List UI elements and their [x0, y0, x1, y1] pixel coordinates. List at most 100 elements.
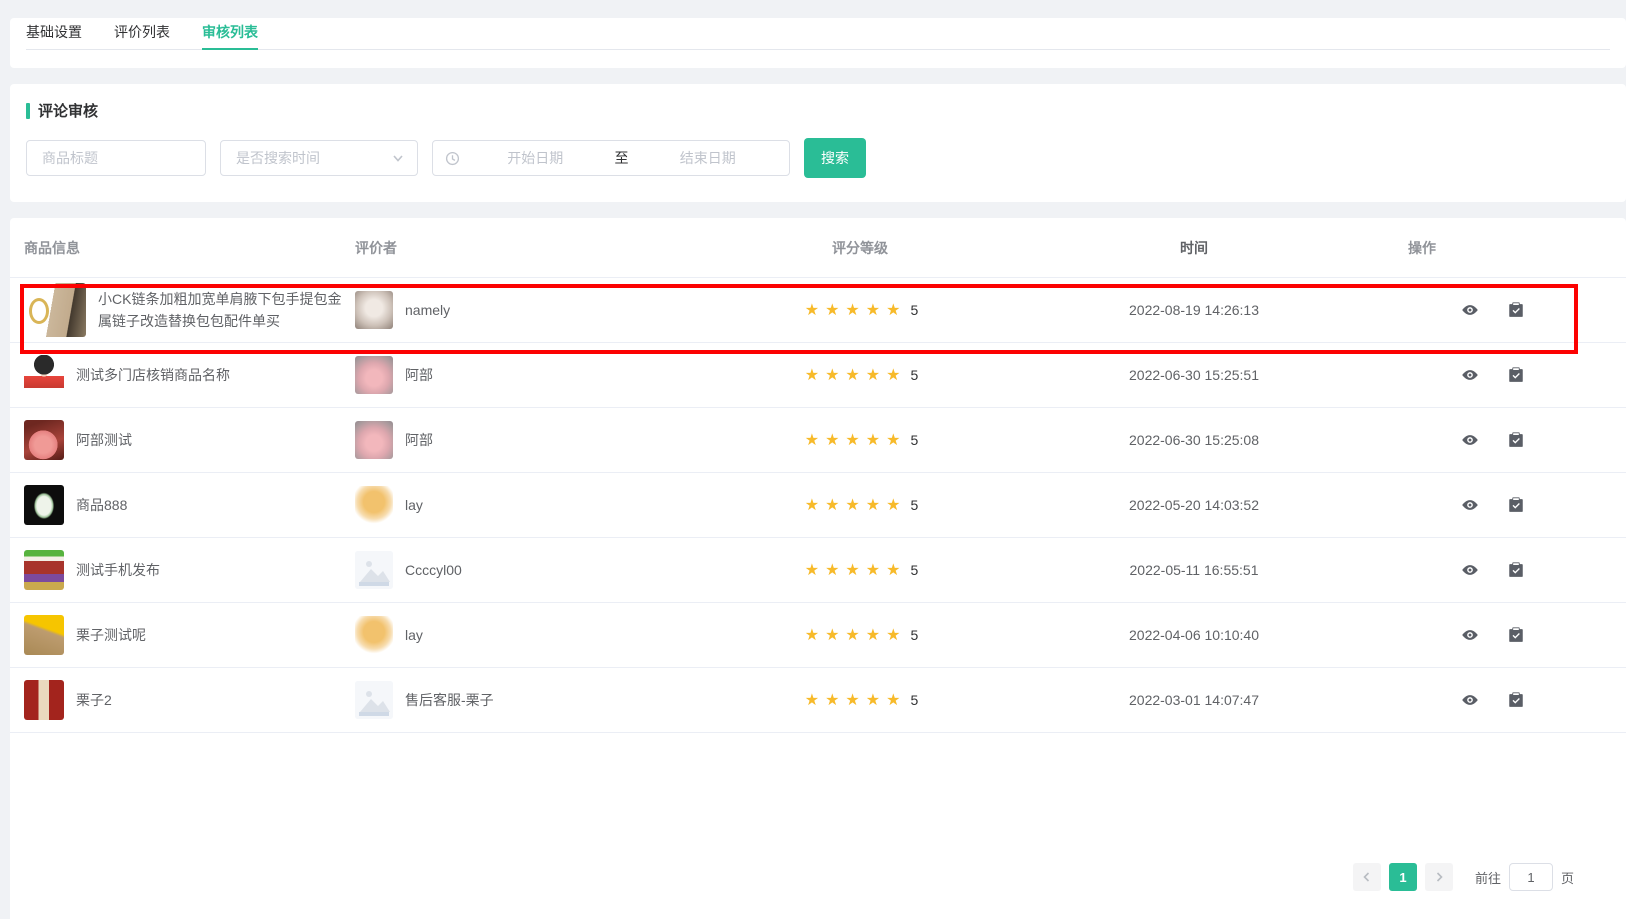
goto-page-input[interactable]: [1509, 863, 1553, 891]
clipboard-check-icon[interactable]: [1507, 626, 1525, 644]
star-icon[interactable]: ★: [825, 562, 839, 579]
date-separator: 至: [611, 148, 633, 168]
star-icon[interactable]: ★: [886, 367, 900, 384]
star-icon[interactable]: ★: [825, 367, 839, 384]
clipboard-check-icon[interactable]: [1507, 561, 1525, 579]
star-icon[interactable]: ★: [845, 497, 859, 514]
star-icon[interactable]: ★: [805, 562, 819, 579]
star-icon[interactable]: ★: [805, 497, 819, 514]
eye-icon[interactable]: [1461, 626, 1479, 644]
product-cell: 测试多门店核销商品名称: [10, 355, 355, 395]
eye-icon[interactable]: [1461, 496, 1479, 514]
eye-icon[interactable]: [1461, 301, 1479, 319]
table-row: 栗子2 售后客服-栗子 ★★★★★ 5 2022-03-01 14:07:47: [10, 668, 1626, 733]
chevron-down-icon: [391, 151, 405, 165]
chevron-left-icon: [1361, 871, 1373, 883]
star-icon[interactable]: ★: [845, 367, 859, 384]
review-time: 2022-05-20 14:03:52: [980, 497, 1408, 513]
page-number-button[interactable]: 1: [1389, 863, 1417, 891]
star-icon[interactable]: ★: [866, 432, 880, 449]
filter-row: 是否搜索时间 开始日期 至 结束日期 搜索: [26, 138, 866, 178]
rating-cell: ★★★★★ 5: [740, 300, 980, 320]
tab-basic-settings[interactable]: 基础设置: [26, 18, 82, 50]
star-icon[interactable]: ★: [866, 627, 880, 644]
product-cell: 测试手机发布: [10, 550, 355, 590]
clipboard-check-icon[interactable]: [1507, 366, 1525, 384]
rating-score: 5: [910, 432, 918, 448]
eye-icon[interactable]: [1461, 431, 1479, 449]
image-placeholder-icon: [355, 551, 393, 589]
reviewer-avatar: [355, 616, 393, 654]
action-cell: [1408, 691, 1578, 709]
action-cell: [1408, 561, 1578, 579]
star-icon[interactable]: ★: [886, 302, 900, 319]
tab-audit-list[interactable]: 审核列表: [202, 18, 258, 50]
image-placeholder-icon: [355, 681, 393, 719]
star-icon[interactable]: ★: [886, 562, 900, 579]
star-icon[interactable]: ★: [886, 692, 900, 709]
star-icon[interactable]: ★: [866, 692, 880, 709]
star-icon[interactable]: ★: [805, 367, 819, 384]
star-icon[interactable]: ★: [805, 692, 819, 709]
star-icon[interactable]: ★: [866, 497, 880, 514]
table-row: 阿部测试 阿部 ★★★★★ 5 2022-06-30 15:25:08: [10, 408, 1626, 473]
reviewer-avatar: [355, 291, 393, 329]
star-icon[interactable]: ★: [845, 692, 859, 709]
star-icon[interactable]: ★: [866, 302, 880, 319]
star-icon[interactable]: ★: [825, 497, 839, 514]
action-cell: [1408, 431, 1578, 449]
star-icon[interactable]: ★: [845, 627, 859, 644]
product-title: 商品888: [76, 494, 127, 516]
eye-icon[interactable]: [1461, 366, 1479, 384]
section-title: 评论审核: [26, 100, 98, 121]
star-icon[interactable]: ★: [866, 367, 880, 384]
star-icon[interactable]: ★: [825, 627, 839, 644]
product-cell: 小CK链条加粗加宽单肩腋下包手提包金属链子改造替换包包配件单买: [10, 283, 355, 337]
star-icon[interactable]: ★: [845, 562, 859, 579]
review-time: 2022-05-11 16:55:51: [980, 562, 1408, 578]
star-icon[interactable]: ★: [805, 432, 819, 449]
star-icon[interactable]: ★: [805, 627, 819, 644]
clipboard-check-icon[interactable]: [1507, 301, 1525, 319]
audit-table-card: 商品信息 评价者 评分等级 时间 操作 小CK链条加粗加宽单肩腋下包手提包金属链…: [10, 218, 1626, 919]
search-button[interactable]: 搜索: [804, 138, 866, 178]
rating-cell: ★★★★★ 5: [740, 495, 980, 515]
next-page-button[interactable]: [1425, 863, 1453, 891]
star-icon[interactable]: ★: [866, 562, 880, 579]
column-header-time: 时间: [980, 238, 1408, 258]
star-icon[interactable]: ★: [825, 692, 839, 709]
star-icon[interactable]: ★: [886, 432, 900, 449]
star-icon[interactable]: ★: [886, 497, 900, 514]
eye-icon[interactable]: [1461, 561, 1479, 579]
clipboard-check-icon[interactable]: [1507, 431, 1525, 449]
reviewer-cell: Ccccyl00: [355, 551, 740, 589]
chevron-right-icon: [1433, 871, 1445, 883]
product-thumbnail: [24, 420, 64, 460]
star-rating: ★ ★ ★ ★ ★: [802, 690, 904, 710]
product-title: 小CK链条加粗加宽单肩腋下包手提包金属链子改造替换包包配件单买: [98, 288, 355, 333]
star-icon[interactable]: ★: [886, 627, 900, 644]
star-icon[interactable]: ★: [805, 302, 819, 319]
product-title-input[interactable]: [26, 140, 206, 176]
tab-review-list[interactable]: 评价列表: [114, 18, 170, 50]
eye-icon[interactable]: [1461, 691, 1479, 709]
reviewer-name: namely: [405, 302, 450, 318]
star-icon[interactable]: ★: [825, 302, 839, 319]
search-time-select[interactable]: 是否搜索时间: [220, 140, 418, 176]
table-row: 商品888 lay ★★★★★ 5 2022-05-20 14:03:52: [10, 473, 1626, 538]
star-icon[interactable]: ★: [825, 432, 839, 449]
end-date-placeholder[interactable]: 结束日期: [639, 148, 778, 168]
star-icon[interactable]: ★: [845, 432, 859, 449]
start-date-placeholder[interactable]: 开始日期: [466, 148, 605, 168]
clipboard-check-icon[interactable]: [1507, 496, 1525, 514]
review-time: 2022-08-19 14:26:13: [980, 302, 1408, 318]
rating-score: 5: [910, 367, 918, 383]
clipboard-check-icon[interactable]: [1507, 691, 1525, 709]
table-row: 栗子测试呢 lay ★★★★★ 5 2022-04-06 10:10:40: [10, 603, 1626, 668]
product-title: 栗子测试呢: [76, 624, 146, 646]
prev-page-button[interactable]: [1353, 863, 1381, 891]
table-row: 测试手机发布 Ccccyl00 ★★★★★ 5 2022-05-11 16:55…: [10, 538, 1626, 603]
reviewer-cell: 阿部: [355, 356, 740, 394]
date-range-picker[interactable]: 开始日期 至 结束日期: [432, 140, 790, 176]
star-icon[interactable]: ★: [845, 302, 859, 319]
